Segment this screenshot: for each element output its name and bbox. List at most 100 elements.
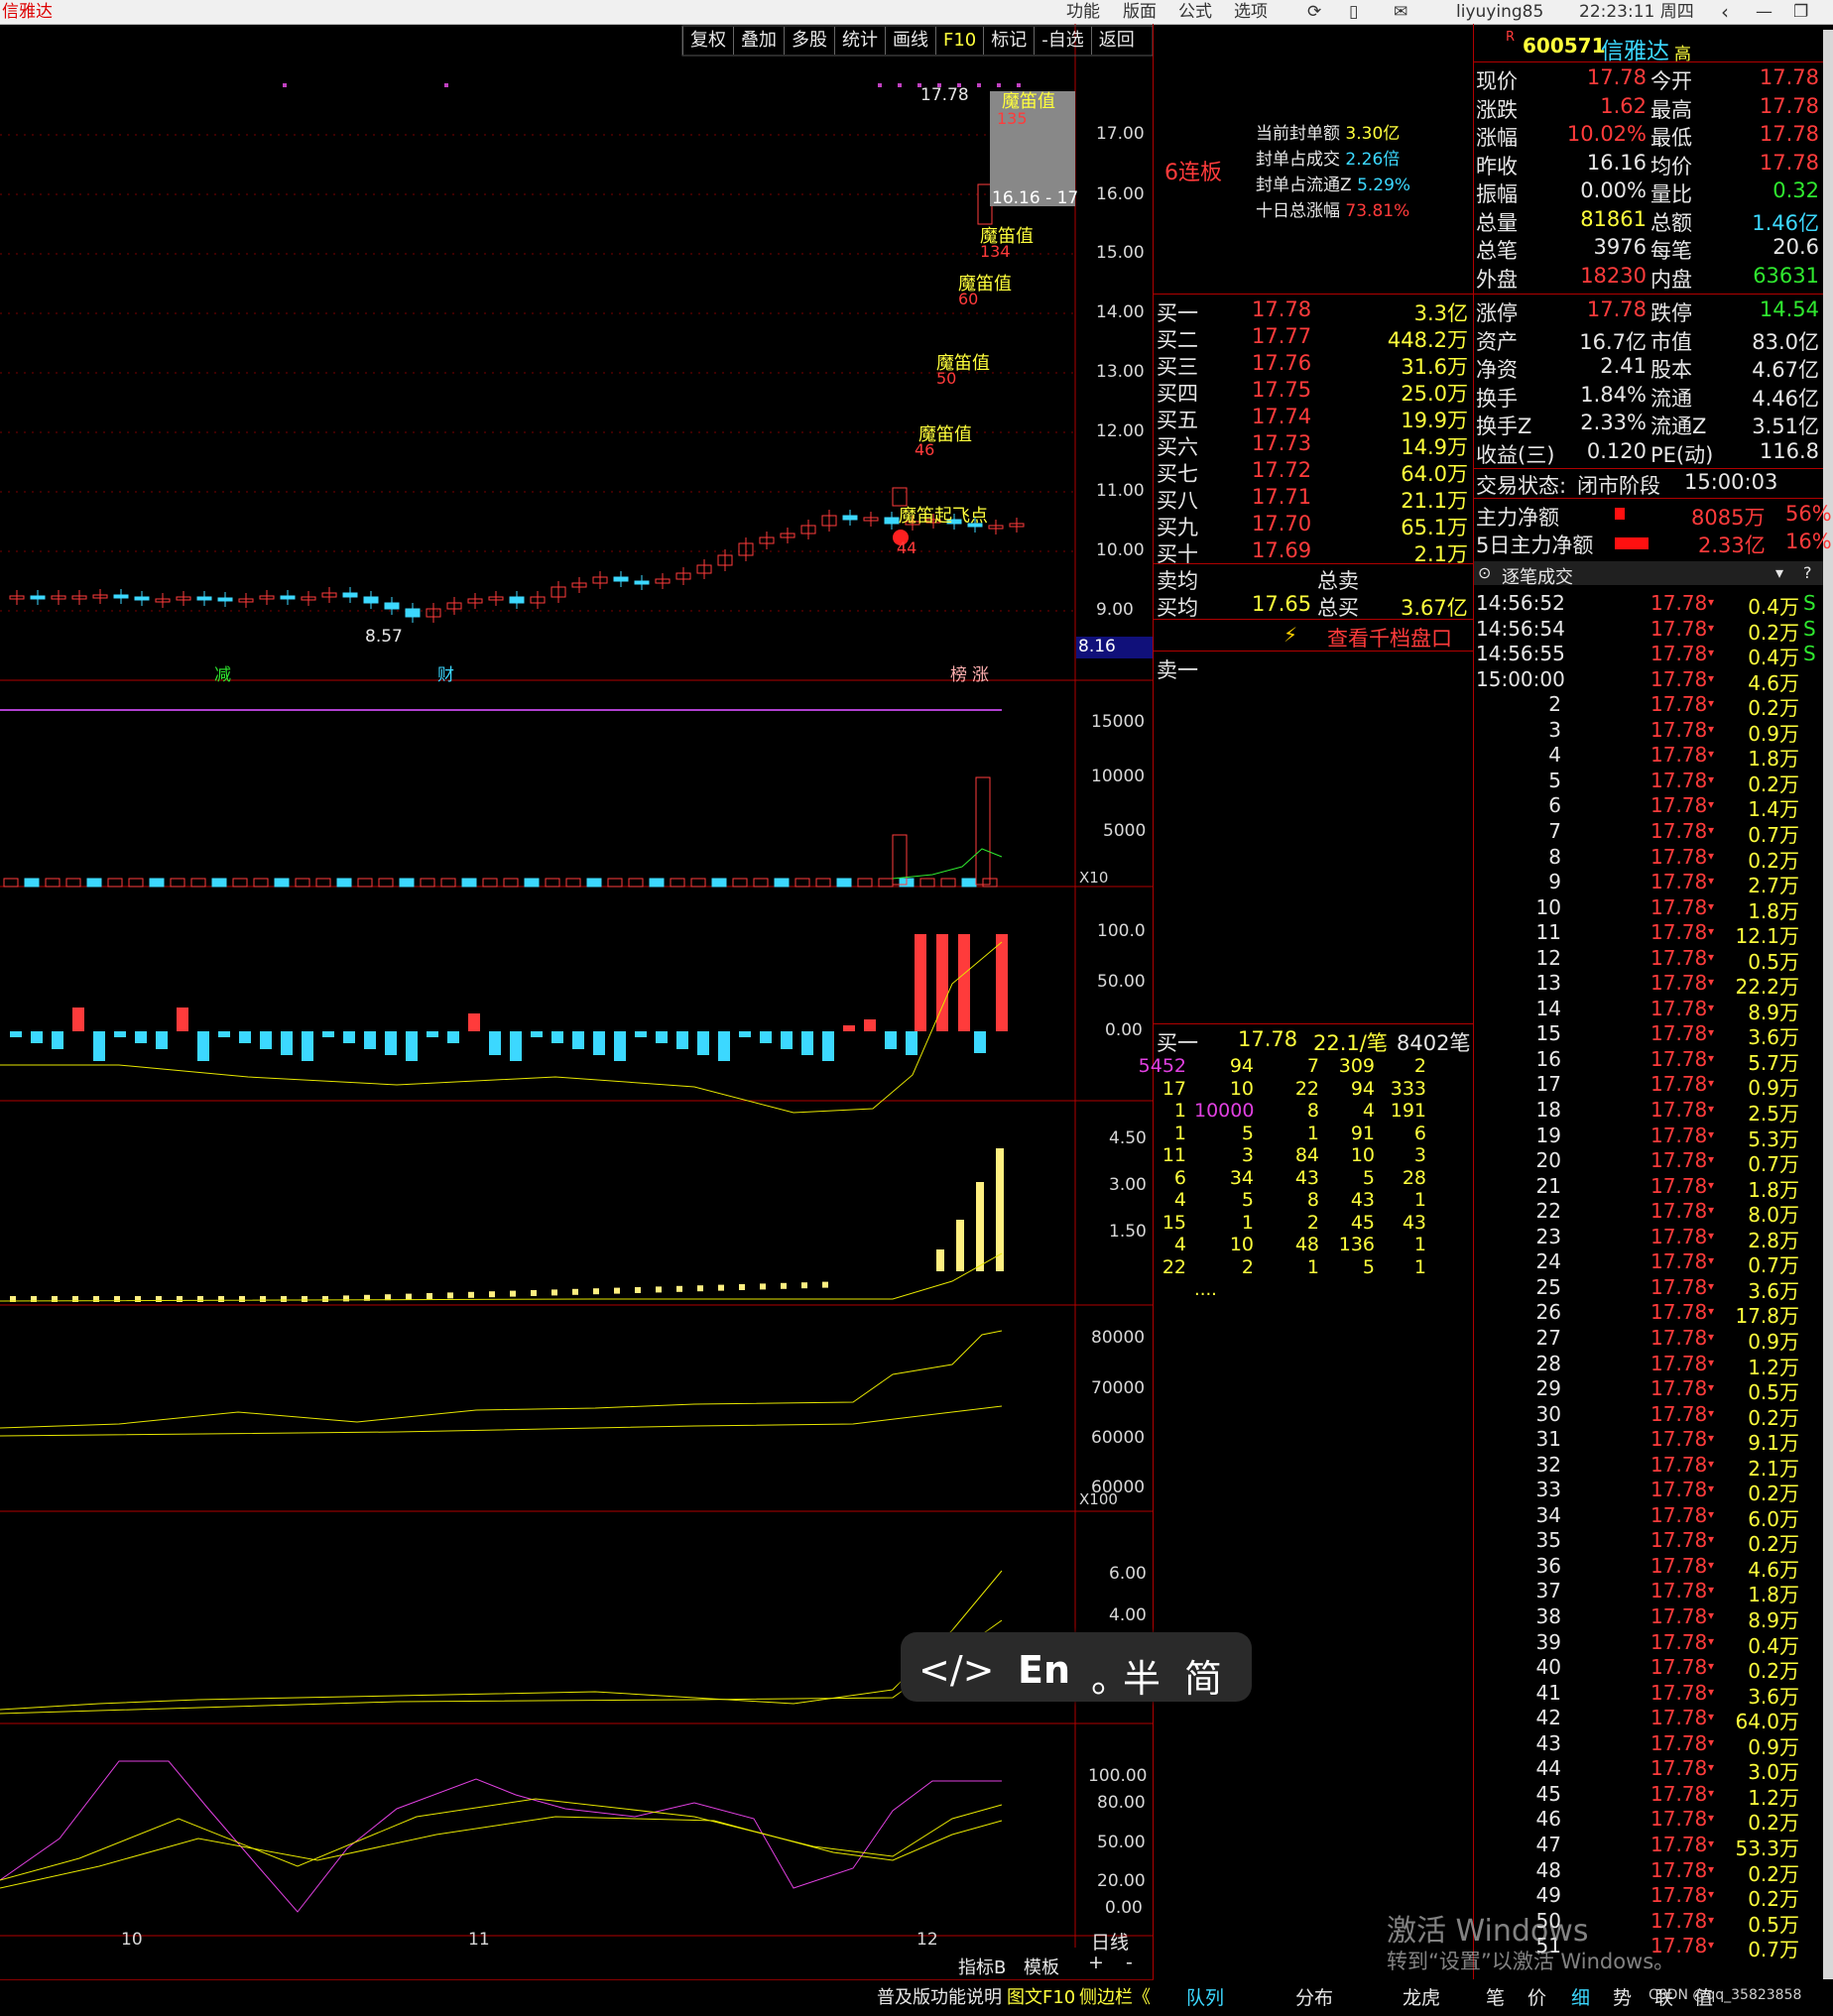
menu-formula[interactable]: 公式 <box>1178 0 1212 24</box>
tick-price: 17.78 <box>1650 1148 1708 1173</box>
tick-side: S <box>1803 591 1816 615</box>
volume-bar <box>586 878 602 888</box>
quote-value: 0.32 <box>1772 178 1819 202</box>
tb-fuquan-button[interactable]: 复权 <box>682 27 733 55</box>
tab-jia[interactable]: 价 <box>1528 1983 1546 2010</box>
event-tag-cai[interactable]: 财 <box>437 660 454 685</box>
bid-price[interactable]: 17.78 <box>1252 297 1311 321</box>
tb-stats-button[interactable]: 统计 <box>834 27 885 55</box>
event-tag-zhang[interactable]: 涨 <box>972 660 989 685</box>
ind5-tick: 50.00 <box>1097 1833 1146 1852</box>
tb-multi-button[interactable]: 多股 <box>784 27 834 55</box>
sidebar-link[interactable]: 侧边栏《 <box>1079 1983 1151 2009</box>
f10-link[interactable]: 图文F10 <box>1007 1983 1075 2009</box>
bid-price[interactable]: 17.73 <box>1252 431 1311 455</box>
tb-mark-button[interactable]: 标记 <box>983 27 1034 55</box>
seal-label: 封单占成交 <box>1256 150 1340 170</box>
ind2-bar <box>801 1282 807 1289</box>
zoom-in-button[interactable]: + <box>1088 1952 1104 1973</box>
ime-toolbar[interactable]: </> En 。 半 简 <box>901 1632 1252 1702</box>
tab-distribution[interactable]: 分布 <box>1295 1983 1333 2010</box>
queue-cell: 2 <box>1413 1055 1426 1077</box>
bid-price[interactable]: 17.75 <box>1252 378 1311 402</box>
tick-price: 17.78 <box>1650 1249 1708 1274</box>
tab-daily[interactable]: 日线 <box>1091 1928 1129 1955</box>
tab-queue[interactable]: 队列 <box>1186 1983 1224 2010</box>
tb-draw-button[interactable]: 画线 <box>885 27 935 55</box>
main-flow-value: 8085万 <box>1691 506 1766 530</box>
tab-bi[interactable]: 笔 <box>1486 1983 1505 2010</box>
tick-time: 43 <box>1535 1730 1561 1755</box>
queue-cell: 2 <box>1306 1211 1319 1234</box>
tick-price: 17.78 <box>1650 1629 1708 1654</box>
ime-lang-toggle[interactable]: En <box>1018 1648 1070 1692</box>
macd-bar <box>739 1031 751 1037</box>
tab-template[interactable]: 模板 <box>1024 1954 1059 1979</box>
sync-icon[interactable]: ⟳ <box>1307 0 1321 24</box>
quote-value: 20.6 <box>1772 235 1819 259</box>
tab-shi[interactable]: 势 <box>1613 1983 1632 2010</box>
bid-price[interactable]: 17.70 <box>1252 512 1311 535</box>
restore-icon[interactable]: ❐ <box>1793 0 1808 24</box>
bid-price[interactable]: 17.76 <box>1252 351 1311 375</box>
tab-indicator-b[interactable]: 指标B <box>958 1954 1006 1979</box>
ime-code-icon[interactable]: </> <box>918 1648 994 1692</box>
fund-value: 1.84% <box>1580 382 1647 407</box>
queue-cell: 48 <box>1294 1234 1319 1255</box>
queue-cell: 309 <box>1338 1055 1375 1077</box>
ind3-tick: 80000 <box>1091 1328 1146 1348</box>
ind2-bar <box>177 1296 183 1302</box>
menu-layout[interactable]: 版面 <box>1123 0 1157 24</box>
bid-price[interactable]: 17.77 <box>1252 324 1311 348</box>
quote-value: 17.78 <box>1759 122 1819 146</box>
tick-row: 14:56:55 17.78 ▾ 0.4万 S <box>1474 642 1827 669</box>
bid-price[interactable]: 17.74 <box>1252 405 1311 428</box>
event-tag-bang[interactable]: 榜 <box>950 660 967 685</box>
tick-price: 17.78 <box>1650 717 1708 742</box>
macd-bar <box>10 1031 22 1037</box>
tb-overlay-button[interactable]: 叠加 <box>733 27 784 55</box>
tick-price: 17.78 <box>1650 870 1708 894</box>
sell-total-label: 总卖 <box>1317 569 1359 593</box>
ime-width-toggle[interactable]: 半 <box>1123 1648 1161 1703</box>
back-arrow-icon[interactable]: ‹ <box>1721 0 1729 24</box>
thousand-level-link[interactable]: 查看千档盘口 <box>1327 623 1452 652</box>
filter-icon[interactable]: ▾ <box>1775 563 1783 582</box>
menu-function[interactable]: 功能 <box>1066 0 1100 24</box>
username: liyuying85 <box>1456 2 1544 22</box>
collapse-icon[interactable]: ⊙ <box>1478 563 1491 582</box>
trade-status-time: 15:00:03 <box>1684 470 1778 494</box>
event-dot <box>878 83 882 87</box>
tab-xi[interactable]: 细 <box>1571 1983 1590 2010</box>
tb-watchlist-button[interactable]: -自选 <box>1034 27 1091 55</box>
volume-bar <box>503 878 519 888</box>
minimize-icon[interactable]: — <box>1756 0 1772 24</box>
bid-price[interactable]: 17.71 <box>1252 485 1311 509</box>
tb-back-button[interactable]: 返回 <box>1090 27 1142 55</box>
app-title: 信雅达 <box>2 2 53 22</box>
tb-f10-button[interactable]: F10 <box>935 27 983 55</box>
help-link[interactable]: 普及版功能说明 <box>877 1983 1002 2009</box>
event-tag-jian[interactable]: 减 <box>214 660 231 685</box>
tick-time: 32 <box>1535 1452 1561 1477</box>
quote-label: 总笔 <box>1476 239 1518 263</box>
mail-icon[interactable]: ✉ <box>1394 0 1407 24</box>
date-tick: 12 <box>916 1930 938 1950</box>
bid-price[interactable]: 17.69 <box>1252 538 1311 562</box>
ime-script-toggle[interactable]: 简 <box>1184 1648 1222 1703</box>
zoom-out-button[interactable]: - <box>1126 1952 1133 1973</box>
menu-options[interactable]: 选项 <box>1234 0 1268 24</box>
tick-row: 46 17.78 ▾ 0.2万 <box>1474 1807 1827 1835</box>
queue-cell: 15 <box>1161 1211 1186 1234</box>
tick-price: 17.78 <box>1650 1807 1708 1832</box>
bid-price[interactable]: 17.72 <box>1252 458 1311 482</box>
macd-bar <box>447 1031 459 1043</box>
volume-bar <box>107 878 123 888</box>
fund-value: 116.8 <box>1759 438 1819 463</box>
ind2-bar <box>343 1295 349 1302</box>
queue-cell: 11 <box>1161 1144 1186 1166</box>
tab-longhu[interactable]: 龙虎 <box>1403 1983 1440 2010</box>
annotation-value: 50 <box>936 369 957 388</box>
phone-icon[interactable]: ▯ <box>1349 0 1358 24</box>
help-icon[interactable]: ? <box>1803 563 1812 582</box>
